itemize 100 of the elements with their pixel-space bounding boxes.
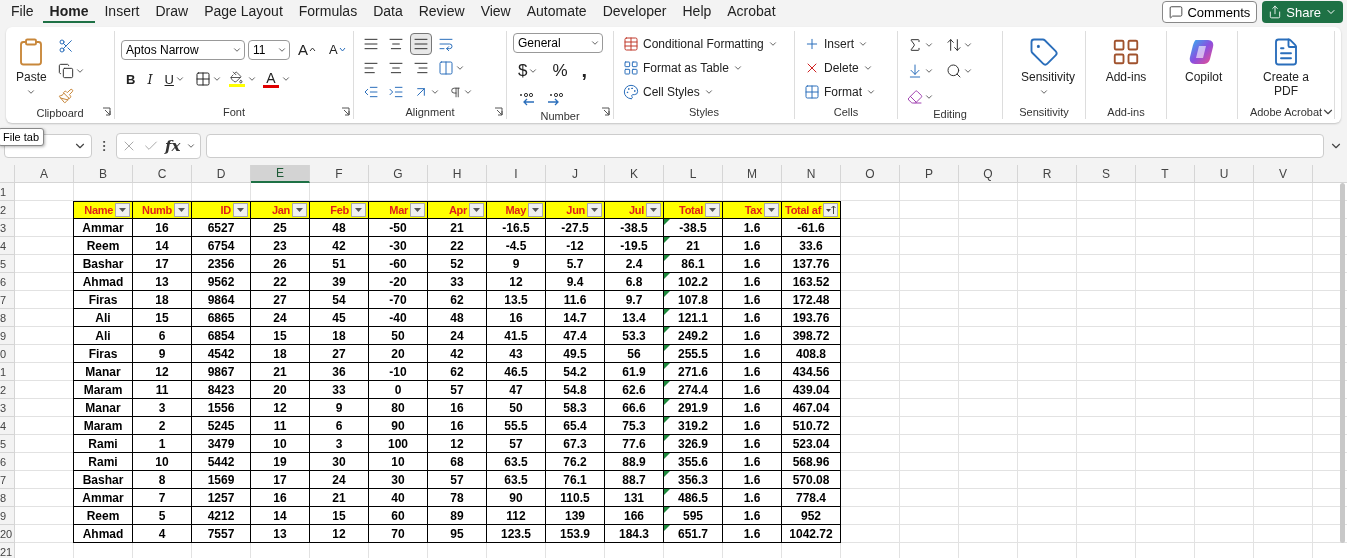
column-header[interactable]: G bbox=[369, 165, 428, 183]
column-header[interactable]: K bbox=[605, 165, 664, 183]
column-header[interactable]: R bbox=[1018, 165, 1077, 183]
cells-menu-item[interactable]: Delete bbox=[801, 58, 879, 78]
row-header[interactable]: 21 bbox=[0, 543, 15, 558]
column-header[interactable]: O bbox=[841, 165, 900, 183]
row-header[interactable]: 7 bbox=[0, 291, 15, 309]
filter-button[interactable] bbox=[646, 203, 661, 217]
styles-menu-item[interactable]: Cell Styles bbox=[620, 82, 781, 102]
column-header[interactable]: J bbox=[546, 165, 605, 183]
filter-button[interactable] bbox=[351, 203, 366, 217]
row-header[interactable]: 6 bbox=[0, 453, 15, 471]
percent-button[interactable]: % bbox=[547, 58, 573, 83]
menu-tab[interactable]: Formulas bbox=[291, 1, 365, 23]
column-header[interactable]: D bbox=[192, 165, 251, 183]
number-format-select[interactable]: General bbox=[513, 33, 603, 53]
menu-tab[interactable]: Developer bbox=[595, 1, 674, 23]
row-header[interactable]: 3 bbox=[0, 219, 15, 237]
paste-button[interactable]: Paste bbox=[12, 35, 51, 99]
column-header[interactable]: Q bbox=[959, 165, 1018, 183]
insert-function-button[interactable]: fx bbox=[165, 136, 181, 155]
menu-tab[interactable]: Insert bbox=[97, 1, 147, 23]
filter-button[interactable] bbox=[292, 203, 307, 217]
filter-button[interactable] bbox=[233, 203, 248, 217]
menu-tab[interactable]: File bbox=[4, 1, 41, 23]
filter-button[interactable] bbox=[587, 203, 602, 217]
formula-field[interactable] bbox=[206, 133, 1324, 158]
column-header[interactable]: P bbox=[900, 165, 959, 183]
row-header[interactable]: 1 bbox=[0, 363, 15, 381]
font-select[interactable]: Aptos Narrow bbox=[121, 39, 245, 60]
menu-tab[interactable]: Home bbox=[42, 1, 96, 23]
column-header[interactable]: C bbox=[133, 165, 192, 183]
styles-menu-item[interactable]: Conditional Formatting bbox=[620, 34, 781, 54]
cells-menu-item[interactable]: Insert bbox=[801, 34, 879, 54]
column-header[interactable]: N bbox=[782, 165, 841, 183]
menu-tab[interactable]: Review bbox=[411, 1, 472, 23]
row-header[interactable]: 7 bbox=[0, 471, 15, 489]
filter-button[interactable] bbox=[528, 203, 543, 217]
menu-tab[interactable]: Automate bbox=[519, 1, 594, 23]
column-header[interactable]: M bbox=[723, 165, 782, 183]
column-header[interactable]: A bbox=[15, 165, 74, 183]
row-header[interactable]: 4 bbox=[0, 237, 15, 255]
dialog-launcher-icon[interactable] bbox=[601, 107, 610, 116]
column-header[interactable]: I bbox=[487, 165, 546, 183]
row-header[interactable]: 20 bbox=[0, 525, 15, 543]
create-pdf-button[interactable]: Create a PDF bbox=[1244, 35, 1328, 100]
column-header[interactable]: L bbox=[664, 165, 723, 183]
font-size-select[interactable]: 11 bbox=[248, 39, 290, 60]
cells-menu-item[interactable]: Format bbox=[801, 82, 879, 102]
row-header[interactable]: 9 bbox=[0, 507, 15, 525]
dialog-launcher-icon[interactable] bbox=[102, 107, 111, 116]
row-header[interactable]: 5 bbox=[0, 435, 15, 453]
sensitivity-button[interactable]: Sensitivity bbox=[1009, 35, 1079, 99]
row-header[interactable]: 8 bbox=[0, 489, 15, 507]
menu-tab[interactable]: Acrobat bbox=[720, 1, 783, 23]
filter-button[interactable] bbox=[410, 203, 425, 217]
row-header[interactable]: 6 bbox=[0, 273, 15, 291]
underline-button[interactable]: U bbox=[159, 69, 190, 89]
menu-tab[interactable]: View bbox=[473, 1, 518, 23]
menu-tab[interactable]: Page Layout bbox=[197, 1, 290, 23]
styles-menu-item[interactable]: Format as Table bbox=[620, 58, 781, 78]
row-header[interactable]: 8 bbox=[0, 309, 15, 327]
column-header[interactable]: T bbox=[1136, 165, 1195, 183]
row-header[interactable]: 1 bbox=[0, 183, 15, 201]
row-header[interactable]: 0 bbox=[0, 345, 15, 363]
column-header[interactable]: F bbox=[310, 165, 369, 183]
shrink-font-button[interactable]: A bbox=[324, 40, 351, 59]
column-header[interactable]: H bbox=[428, 165, 487, 183]
row-header[interactable]: 5 bbox=[0, 255, 15, 273]
row-header[interactable]: 9 bbox=[0, 327, 15, 345]
italic-button[interactable]: I bbox=[142, 69, 158, 89]
row-header[interactable]: 3 bbox=[0, 399, 15, 417]
bold-button[interactable]: B bbox=[121, 69, 141, 89]
dialog-launcher-icon[interactable] bbox=[494, 107, 503, 116]
column-header[interactable]: B bbox=[74, 165, 133, 183]
sort-filter-button[interactable] bbox=[823, 203, 838, 217]
grow-font-button[interactable]: A bbox=[293, 39, 321, 60]
dialog-launcher-icon[interactable] bbox=[341, 107, 350, 116]
vertical-align-button[interactable] bbox=[410, 33, 432, 55]
filter-button[interactable] bbox=[115, 203, 130, 217]
addins-button[interactable]: Add-ins bbox=[1092, 35, 1160, 86]
menu-tab[interactable]: Help bbox=[675, 1, 719, 23]
share-button[interactable]: Share bbox=[1262, 1, 1343, 23]
font-color-button[interactable]: A bbox=[260, 69, 293, 89]
column-header[interactable]: U bbox=[1195, 165, 1254, 183]
comments-button[interactable]: Comments bbox=[1162, 1, 1258, 23]
copilot-button[interactable]: Copilot bbox=[1173, 35, 1231, 86]
column-header[interactable]: S bbox=[1077, 165, 1136, 183]
menu-tab[interactable]: Data bbox=[366, 1, 410, 23]
currency-button[interactable]: $ bbox=[513, 58, 544, 83]
column-header[interactable]: V bbox=[1254, 165, 1313, 183]
column-header[interactable]: E bbox=[251, 165, 310, 183]
comma-button[interactable]: , bbox=[576, 57, 593, 84]
row-header[interactable]: 4 bbox=[0, 417, 15, 435]
scrollbar[interactable] bbox=[1340, 183, 1345, 543]
filter-button[interactable] bbox=[764, 203, 779, 217]
menu-tab[interactable]: Draw bbox=[148, 1, 196, 23]
filter-button[interactable] bbox=[174, 203, 189, 217]
filter-button[interactable] bbox=[705, 203, 720, 217]
row-header[interactable]: 2 bbox=[0, 201, 15, 219]
